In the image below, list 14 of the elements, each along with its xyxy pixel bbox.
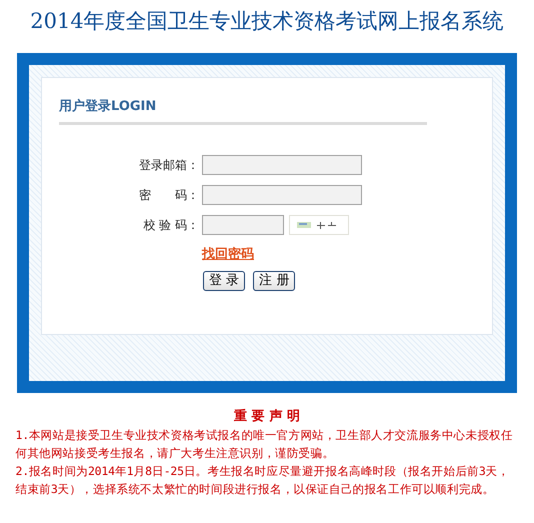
notice-paragraph: 2.报名时间为2014年1月8日-25日。考生报名时应尽量避开报名高峰时段（报名开始后前3天，结束前3天），选择系统不太繁忙的时间段进行报名，以保证自己的报名工作可以顺利完成。 [16, 463, 510, 498]
register-button[interactable]: 注 册 [253, 271, 296, 291]
field-label: 校 验 码： [142, 217, 200, 234]
notice-heading: 重 要 声 明 [234, 408, 300, 426]
login-heading: 用户登录LOGIN [59, 98, 156, 116]
notice-paragraph: 1.本网站是接受卫生专业技术资格考试报名的唯一官方网站，卫生部人才交流服务中心未授权任何其他网站接受考生报名，请广大考生注意识别，谨防受骗。 [16, 427, 514, 462]
password-field[interactable] [202, 185, 362, 205]
email-field[interactable] [202, 155, 362, 175]
login-button[interactable]: 登 录 [203, 271, 246, 291]
field-label: 登录邮箱： [138, 157, 200, 174]
page-title: 2014年度全国卫生专业技术资格考试网上报名系统 [30, 8, 504, 35]
field-label: 密 码： [138, 187, 200, 204]
captcha-field[interactable] [202, 215, 284, 235]
forgot-password-link[interactable]: 找回密码 [202, 247, 254, 262]
